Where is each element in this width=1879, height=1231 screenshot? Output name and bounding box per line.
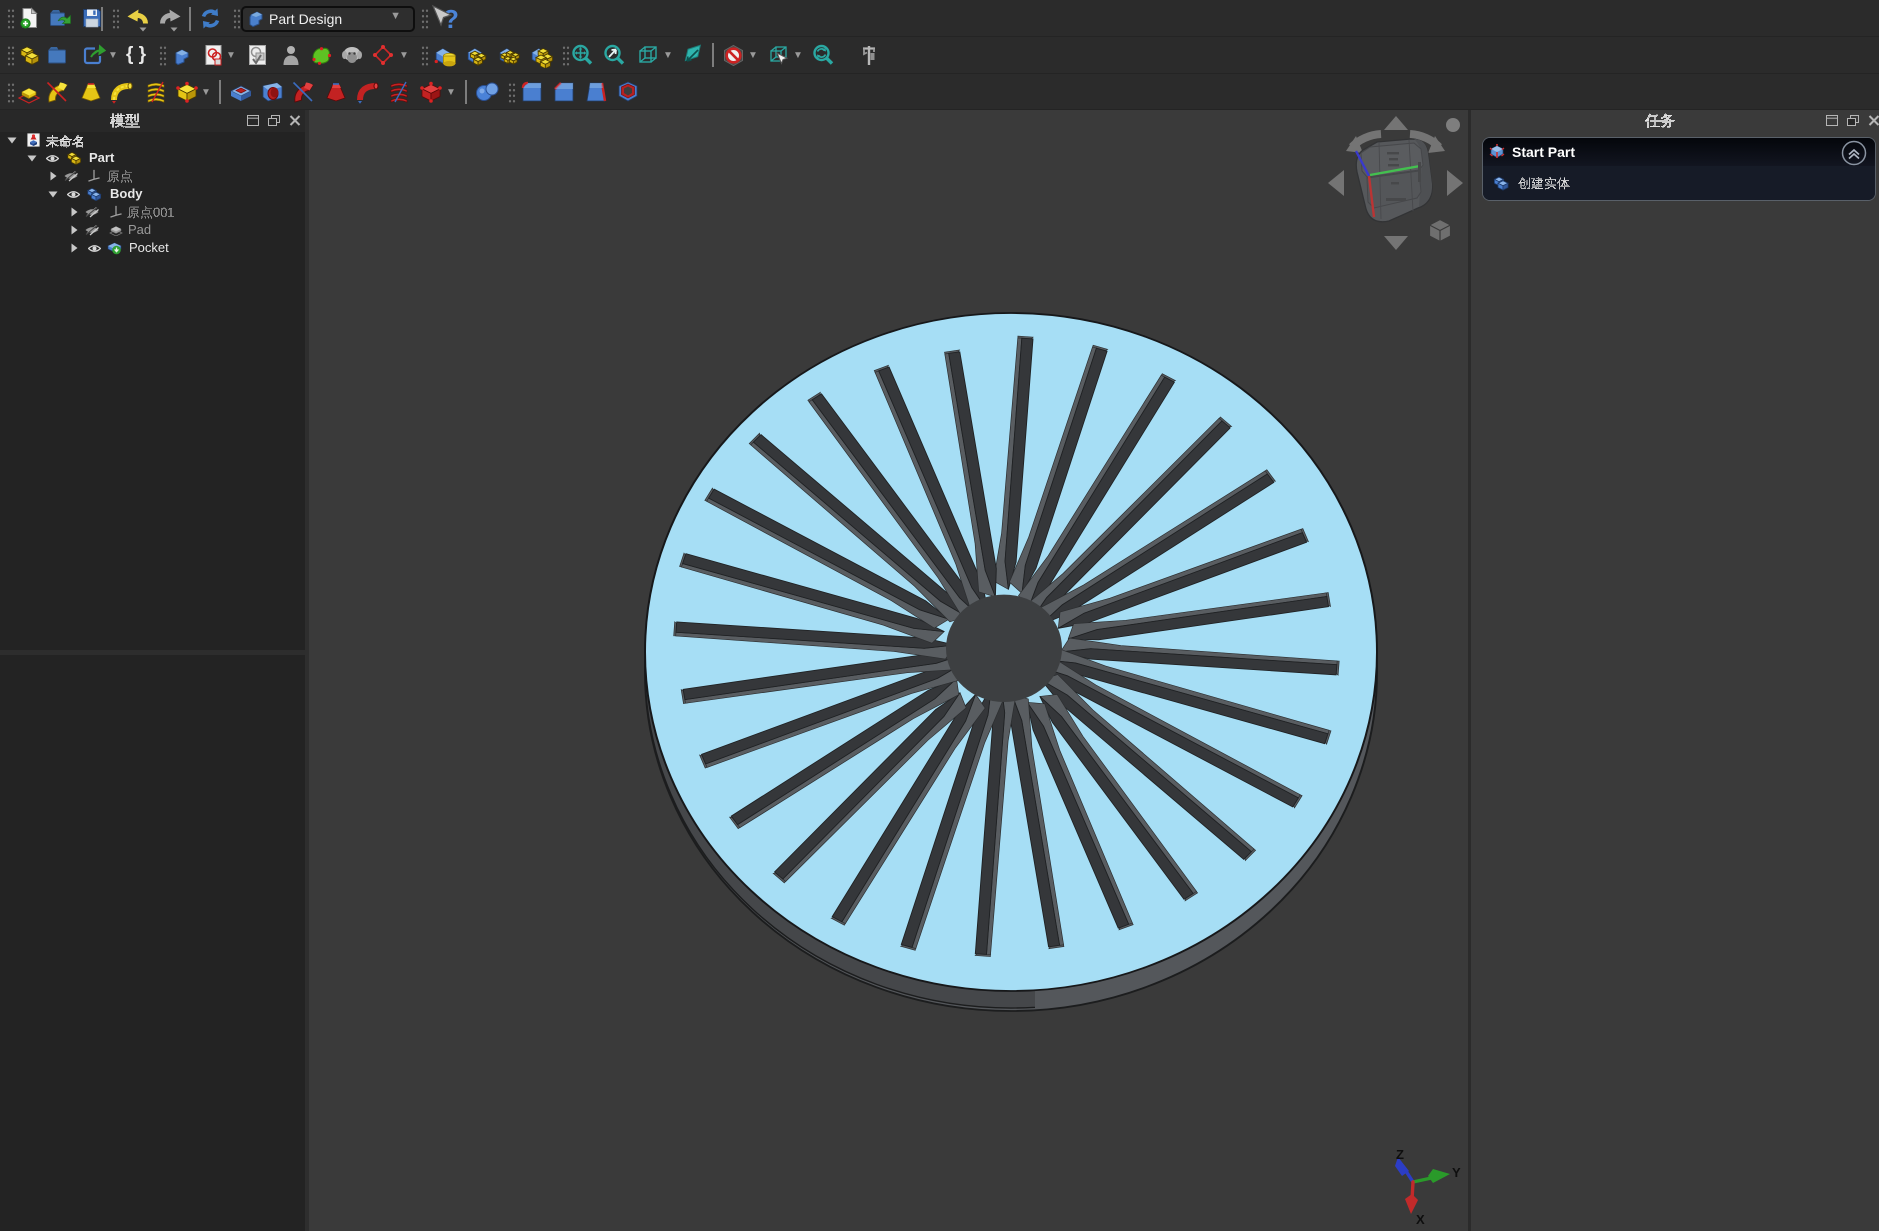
svg-text:Z: Z (1396, 1147, 1404, 1162)
svg-text:Y: Y (1452, 1165, 1461, 1180)
svg-text:X: X (1416, 1212, 1425, 1227)
